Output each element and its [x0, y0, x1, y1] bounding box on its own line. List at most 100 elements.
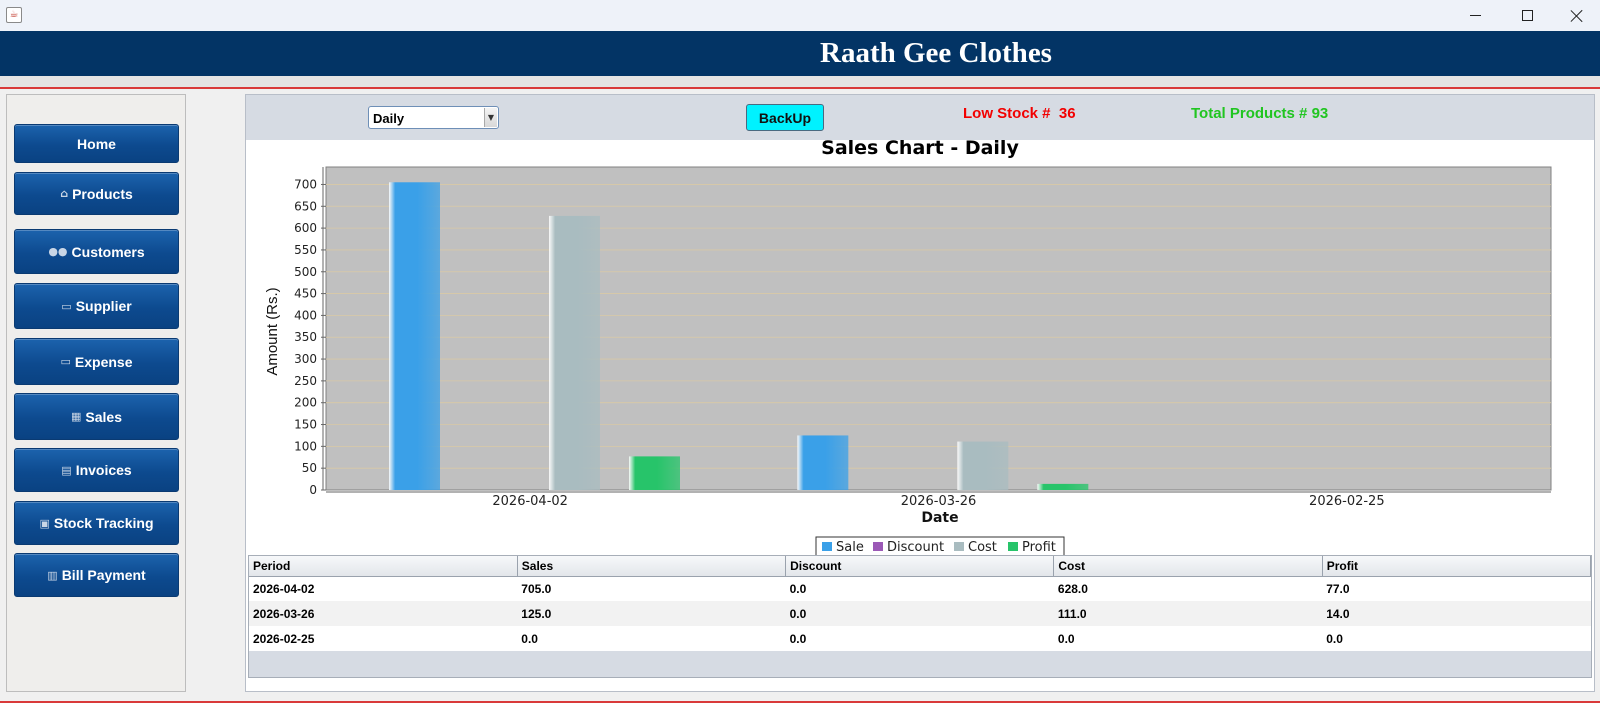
low-stock-label: Low Stock # 36 — [963, 105, 1076, 122]
maximize-button[interactable] — [1504, 0, 1550, 31]
y-tick-label: 700 — [294, 177, 317, 191]
table-cell: 0.0 — [1053, 626, 1323, 651]
y-tick-label: 550 — [294, 243, 317, 257]
sidebar-item-sales[interactable]: ▦ Sales — [14, 393, 179, 440]
minimize-icon — [1469, 15, 1481, 16]
app-title: Raath Gee Clothes — [820, 37, 1052, 69]
minimize-button[interactable] — [1452, 0, 1498, 31]
chart-title: Sales Chart - Daily — [821, 137, 1019, 159]
window-titlebar: ☕ — [0, 0, 1600, 31]
table-cell: 2026-03-26 — [249, 601, 518, 626]
table-row[interactable]: 2026-02-25 0.0 0.0 0.0 0.0 — [249, 626, 1591, 651]
close-button[interactable] — [1554, 0, 1600, 31]
legend-label: Sale — [836, 540, 864, 555]
calculator-icon: ▦ — [71, 410, 82, 423]
money-icon: ▤ — [61, 463, 72, 477]
bar-profit — [629, 456, 680, 490]
sidebar-item-home[interactable]: Home — [14, 124, 179, 163]
maximize-icon — [1521, 10, 1533, 21]
x-tick-label: 2026-02-25 — [1309, 494, 1385, 509]
y-tick-label: 100 — [294, 439, 317, 453]
sidebar-item-invoices[interactable]: ▤ Invoices — [14, 448, 179, 492]
table-cell: 2026-02-25 — [249, 626, 518, 651]
legend-label: Profit — [1022, 540, 1056, 555]
table-cell: 705.0 — [517, 576, 786, 601]
truck-icon: ▭ — [60, 355, 71, 368]
bar-sale — [389, 182, 440, 490]
sidebar-item-label: Products — [72, 185, 133, 202]
legend-swatch — [1008, 542, 1018, 551]
bar-profit — [1037, 483, 1089, 490]
sidebar-item-supplier[interactable]: ▭ Supplier — [14, 283, 179, 329]
box-icon: ⌂ — [60, 187, 69, 200]
truck-icon: ▭ — [61, 299, 72, 313]
red-divider — [0, 87, 1600, 89]
y-tick-label: 400 — [294, 308, 317, 322]
sidebar-item-label: Bill Payment — [61, 567, 146, 583]
period-select[interactable]: Daily ▼ — [368, 106, 499, 129]
x-tick-label: 2026-03-26 — [901, 494, 977, 509]
column-header-profit[interactable]: Profit — [1322, 556, 1592, 577]
table-cell: 0.0 — [785, 601, 1054, 626]
sidebar-item-label: Expense — [74, 353, 133, 370]
sales-chart: 0 50 100 150 200 250 300 350 400 450 500 550 600 650 7… — [264, 166, 1552, 555]
app-header: Raath Gee Clothes — [0, 31, 1600, 76]
table-cell: 0.0 — [517, 626, 786, 651]
y-axis-label: Amount (Rs.) — [264, 287, 281, 375]
table-row[interactable]: 2026-04-02 705.0 0.0 628.0 77.0 — [249, 576, 1591, 601]
y-tick-label: 200 — [294, 396, 317, 410]
y-tick-label: 650 — [294, 199, 317, 213]
sales-table: Period Sales Discount Cost Profit 2026-0… — [248, 555, 1592, 678]
x-tick-label: 2026-04-02 — [492, 494, 568, 509]
legend-label: Discount — [887, 540, 944, 555]
sidebar-item-label: Customers — [71, 243, 145, 260]
sidebar-item-label: Home — [77, 135, 116, 152]
column-header-sales[interactable]: Sales — [517, 556, 787, 577]
y-tick-label: 300 — [294, 352, 317, 366]
table-header-row: Period Sales Discount Cost Profit — [249, 556, 1592, 577]
sidebar-item-customers[interactable]: ●● Customers — [14, 229, 179, 274]
y-tick-label: 250 — [294, 374, 317, 388]
legend-label: Cost — [968, 540, 997, 555]
table-cell: 14.0 — [1322, 601, 1591, 626]
legend-swatch — [822, 542, 832, 551]
sidebar-item-label: Invoices — [75, 462, 132, 478]
legend-swatch — [873, 542, 883, 551]
sidebar-item-label: Supplier — [75, 298, 132, 314]
y-tick-label: 450 — [294, 287, 317, 301]
y-tick-label: 0 — [309, 483, 317, 497]
main-panel: Daily ▼ BackUp Low Stock # 36 Total Prod… — [245, 94, 1595, 692]
sidebar-item-label: Stock Tracking — [53, 515, 154, 531]
sidebar-item-label: Sales — [85, 408, 122, 425]
column-header-period[interactable]: Period — [249, 556, 518, 577]
bar-sale — [797, 435, 849, 490]
column-header-cost[interactable]: Cost — [1053, 556, 1323, 577]
plot-area — [325, 166, 1552, 491]
table-cell: 111.0 — [1053, 601, 1323, 626]
bar-cost — [957, 441, 1009, 490]
backup-button[interactable]: BackUp — [746, 104, 824, 131]
column-header-discount[interactable]: Discount — [785, 556, 1055, 577]
table-row[interactable]: 2026-03-26 125.0 0.0 111.0 14.0 — [249, 601, 1591, 626]
sidebar-item-expense[interactable]: ▭ Expense — [14, 338, 179, 385]
period-select-value: Daily — [373, 111, 405, 126]
sidebar-item-stock-tracking[interactable]: ▣ Stock Tracking — [14, 501, 179, 545]
users-icon: ●● — [48, 245, 68, 258]
y-tick-label: 500 — [294, 265, 317, 279]
table-cell: 0.0 — [785, 576, 1054, 601]
chevron-down-icon[interactable]: ▼ — [484, 108, 497, 127]
legend-swatch — [954, 542, 964, 551]
x-axis-label: Date — [921, 510, 958, 526]
table-cell: 628.0 — [1053, 576, 1323, 601]
table-cell: 77.0 — [1322, 576, 1591, 601]
sidebar-item-bill-payment[interactable]: ▥ Bill Payment — [14, 553, 179, 597]
close-icon — [1570, 9, 1584, 23]
y-tick-label: 50 — [302, 461, 317, 475]
table-cell: 125.0 — [517, 601, 786, 626]
sidebar: Home ⌂ Products ●● Customers ▭ Supplier … — [6, 94, 186, 692]
y-tick-label: 150 — [294, 418, 317, 432]
table-cell: 2026-04-02 — [249, 576, 518, 601]
sidebar-item-products[interactable]: ⌂ Products — [14, 172, 179, 215]
table-cell: 0.0 — [1322, 626, 1591, 651]
toolbar: Daily ▼ BackUp Low Stock # 36 Total Prod… — [246, 95, 1594, 140]
